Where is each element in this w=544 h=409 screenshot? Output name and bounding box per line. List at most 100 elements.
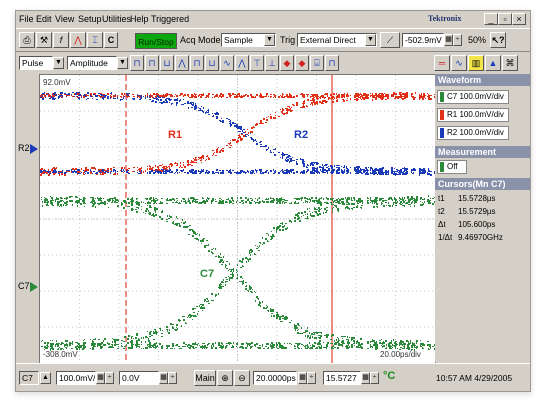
width-meas-icon[interactable]: ⊔: [160, 55, 174, 71]
c7-trace-dot: [265, 304, 268, 307]
r2-trace-dot: [369, 169, 372, 171]
eye-diagram-icon[interactable]: ▲: [485, 55, 501, 71]
high-meas-icon[interactable]: ⊤: [250, 55, 264, 71]
c7-trace-dot: [78, 348, 81, 350]
channel-select[interactable]: C7: [19, 371, 39, 385]
close-button[interactable]: ×: [512, 13, 526, 25]
r1-trace-dot: [246, 128, 249, 131]
zoom-out-icon[interactable]: ⊖: [234, 370, 250, 386]
keypad-icon[interactable]: ▦: [96, 372, 105, 384]
r2-trace-dot: [419, 168, 421, 170]
r1-trace-dot: [312, 96, 315, 98]
menu-view[interactable]: View: [55, 14, 74, 24]
cursor-h-icon[interactable]: ═: [434, 55, 450, 71]
minimize-button[interactable]: _: [484, 13, 498, 25]
freq-meas-icon[interactable]: ∿: [220, 55, 234, 71]
offset-field[interactable]: 0.0V: [119, 371, 159, 385]
help-pointer-icon[interactable]: ↖?: [490, 32, 506, 48]
print-icon[interactable]: ⎙: [19, 32, 35, 48]
chevron-down-icon[interactable]: ▼: [365, 34, 376, 46]
c7-trace-dot: [282, 315, 284, 318]
menu-edit[interactable]: Edit: [36, 14, 52, 24]
c7-trace-dot: [247, 260, 250, 262]
keypad-icon[interactable]: ▦: [444, 34, 453, 46]
r1-trace-dot: [161, 170, 163, 172]
spinner-icon[interactable]: ÷: [370, 372, 379, 384]
r2-trace-dot: [161, 102, 163, 104]
r2-marker[interactable]: R2: [18, 143, 30, 153]
eye-width-icon[interactable]: ◆: [295, 55, 309, 71]
spinner-icon[interactable]: ÷: [453, 34, 462, 46]
keypad-icon[interactable]: ▦: [298, 372, 307, 384]
waveform-c7-button[interactable]: C7 100.0mV/div: [437, 90, 509, 104]
histogram-icon[interactable]: ⌸: [310, 55, 324, 71]
trig-level-field[interactable]: -502.9mV: [402, 33, 444, 47]
measurement-off-button[interactable]: Off: [437, 160, 467, 174]
c7-trace-dot: [241, 260, 244, 262]
menu-file[interactable]: File: [19, 14, 34, 24]
chevron-down-icon[interactable]: ▼: [117, 57, 128, 69]
keypad-icon[interactable]: ▦: [159, 372, 168, 384]
c7-trace-dot: [317, 331, 319, 334]
r2-trace-dot: [278, 172, 280, 174]
c7-trace-dot: [161, 347, 163, 350]
meas-param-select[interactable]: Amplitude: [67, 56, 117, 70]
cross-icon[interactable]: ⌘: [502, 55, 518, 71]
zoom-value[interactable]: 50%: [468, 35, 486, 45]
menu-help[interactable]: Help: [130, 14, 149, 24]
timebase-mode-button[interactable]: Main: [194, 370, 216, 386]
r1-trace-dot: [151, 95, 153, 97]
keypad-icon[interactable]: ▦: [361, 372, 370, 384]
duty-meas-icon[interactable]: ⊔: [205, 55, 219, 71]
c7-trace-dot: [144, 212, 147, 215]
spinner-icon[interactable]: ÷: [105, 372, 114, 384]
r2-trace-dot: [120, 169, 123, 171]
c7-trace-dot: [326, 345, 328, 347]
c7-trace-dot: [78, 199, 81, 202]
rise-meas-icon[interactable]: ⋀: [175, 55, 189, 71]
c7-marker[interactable]: C7: [18, 281, 30, 291]
low-meas-icon[interactable]: ⊥: [265, 55, 279, 71]
r1-trace-dot: [325, 101, 327, 104]
r2-trace-dot: [349, 172, 352, 174]
chevron-up-icon[interactable]: ▲: [40, 372, 51, 384]
waveform-r2-button[interactable]: R2 100.0mV/div: [437, 126, 509, 140]
waveform-display[interactable]: 92.0mV -308.0mV 20.00ps/div R1 R2 C7: [39, 74, 436, 364]
chevron-down-icon[interactable]: ▼: [53, 57, 64, 69]
position-field[interactable]: 15.5727: [323, 371, 361, 385]
tools-icon[interactable]: ⚒: [36, 32, 52, 48]
trigger-slope-icon[interactable]: ⟋: [380, 32, 400, 48]
c7-trace-dot: [123, 200, 125, 202]
c7-trace-dot: [155, 346, 157, 349]
period-meas-icon[interactable]: ⊓: [145, 55, 159, 71]
c7-trace-dot: [256, 296, 258, 298]
restore-button[interactable]: ▫: [498, 13, 512, 25]
c7-trace-dot: [427, 340, 429, 343]
r1-trace-dot: [77, 96, 79, 99]
c7-trace-dot: [205, 297, 208, 300]
c7-trace-dot: [214, 342, 217, 344]
cursor-wave-icon[interactable]: ∿: [451, 55, 467, 71]
spinner-icon[interactable]: ÷: [307, 372, 316, 384]
run-stop-button[interactable]: Run/Stop: [135, 33, 177, 49]
fall-meas-icon[interactable]: ⊓: [190, 55, 204, 71]
horizontal-scale-field[interactable]: 20.0000ps: [253, 371, 297, 385]
function-icon[interactable]: f: [53, 32, 69, 48]
cursor-v-icon[interactable]: ▥: [468, 55, 484, 71]
amp-meas-icon[interactable]: ⋀: [235, 55, 249, 71]
waveform-icon[interactable]: ⋀: [70, 32, 86, 48]
menu-setup[interactable]: Setup: [78, 14, 102, 24]
eye-height-icon[interactable]: ◆: [280, 55, 294, 71]
chevron-down-icon[interactable]: ▼: [264, 34, 275, 46]
vertical-scale-field[interactable]: 100.0mV/: [56, 371, 96, 385]
waveform-r1-button[interactable]: R1 100.0mV/div: [437, 108, 509, 122]
menu-utilities[interactable]: Utilities: [102, 14, 131, 24]
meas-type-select[interactable]: Pulse: [19, 56, 53, 70]
spinner-icon[interactable]: ÷: [168, 372, 177, 384]
pulse-meas-icon[interactable]: ⊓: [130, 55, 144, 71]
measure-icon[interactable]: ⌶: [87, 32, 103, 48]
c7-trace-dot: [114, 197, 116, 199]
clear-button[interactable]: C: [104, 32, 118, 48]
statistics-icon[interactable]: ⊓: [325, 55, 339, 71]
zoom-in-icon[interactable]: ⊕: [217, 370, 233, 386]
